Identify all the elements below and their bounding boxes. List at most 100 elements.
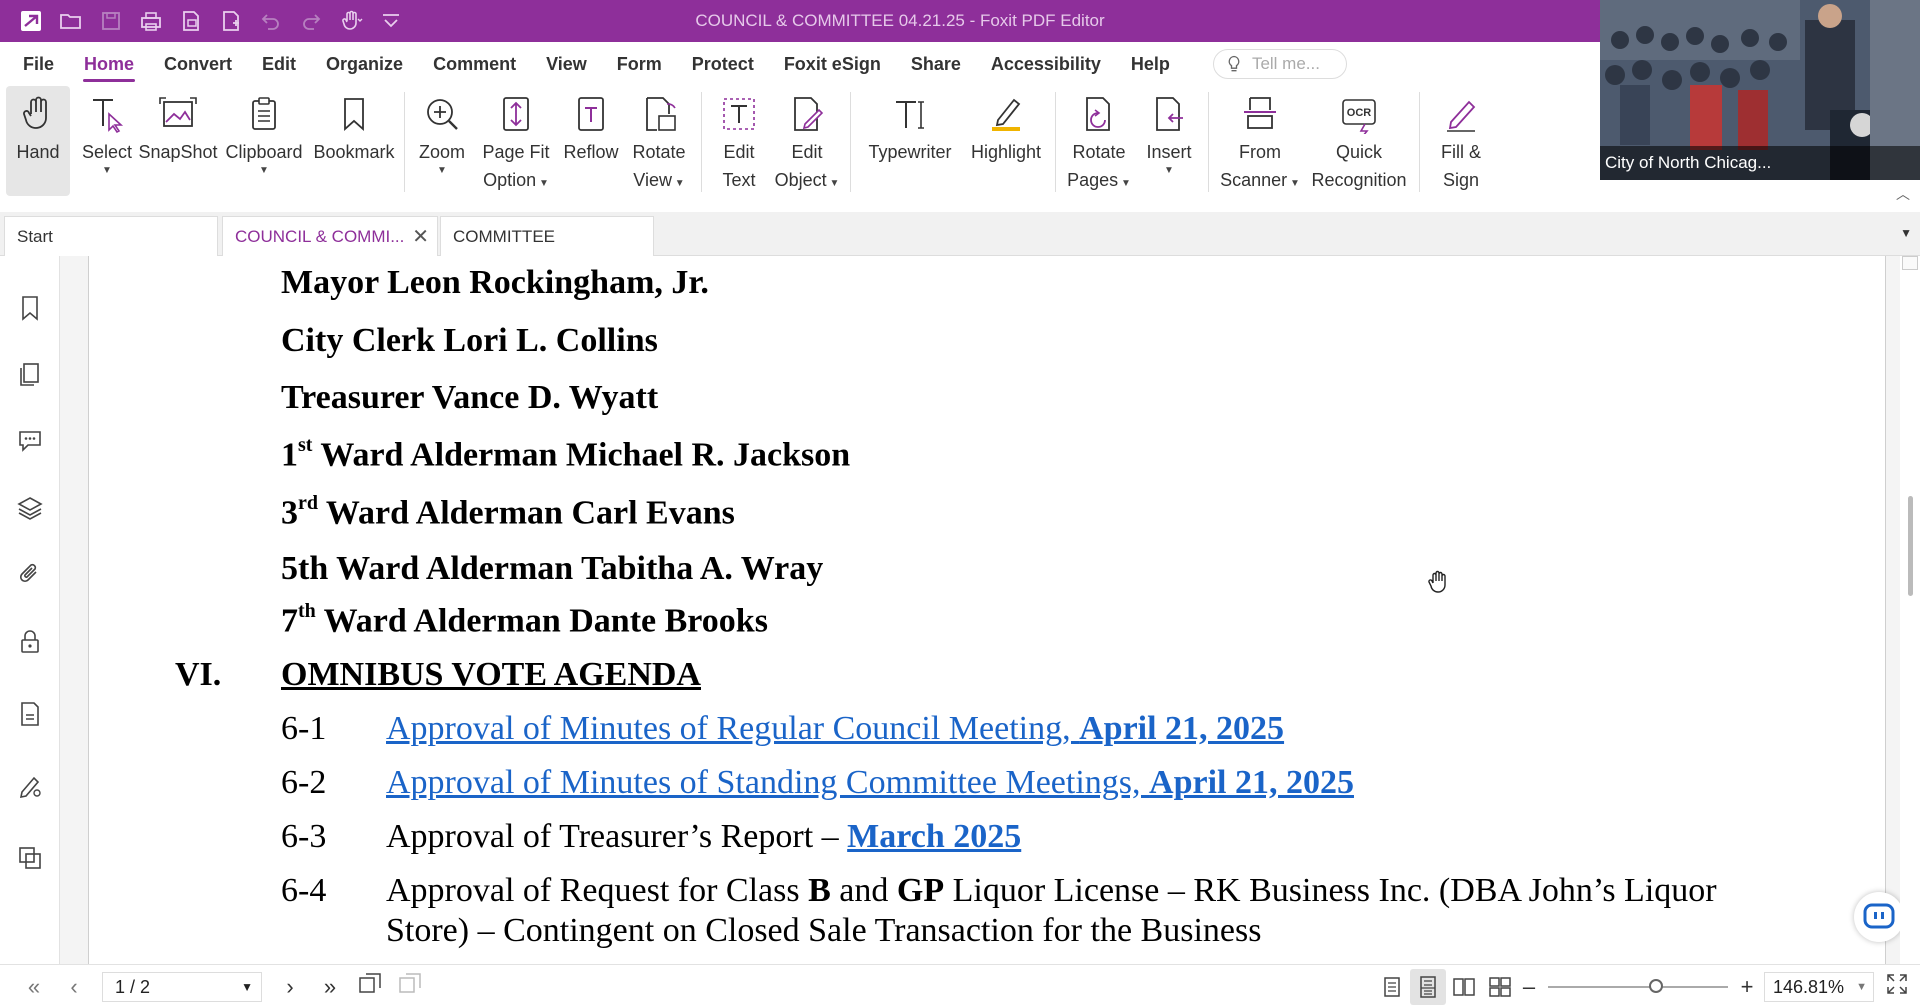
last-page-icon[interactable]: » — [310, 974, 350, 1000]
quick-access-toolbar — [0, 0, 408, 42]
tab-council-committee[interactable]: COUNCIL & COMMI... ✕ — [222, 216, 438, 256]
zoom-button[interactable]: Zoom ▼ — [411, 86, 473, 196]
menu-home[interactable]: Home — [69, 42, 149, 86]
quick-recognition-button[interactable]: OCR Quick Recognition — [1305, 86, 1413, 196]
edit-object-button[interactable]: Edit Object ▼ — [770, 86, 844, 196]
collapse-ribbon-icon[interactable]: ︿ — [1896, 184, 1910, 204]
select-text-icon — [85, 92, 129, 136]
zoom-dropdown-icon[interactable]: ▼ — [1856, 973, 1867, 1001]
rotate-view-caret-icon: ▼ — [672, 178, 685, 189]
print-icon[interactable] — [134, 4, 168, 38]
fill-and-sign-button[interactable]: Fill & Sign — [1426, 86, 1496, 196]
page-fit-icon — [494, 92, 538, 136]
menu-edit[interactable]: Edit — [247, 42, 311, 86]
bookmark-panel-icon[interactable] — [14, 292, 46, 324]
zoom-in-icon[interactable]: + — [1736, 974, 1758, 1000]
menu-file[interactable]: File — [8, 42, 69, 86]
continuous-view-icon[interactable] — [1410, 969, 1446, 1005]
tab-list-dropdown-icon[interactable]: ▼ — [1900, 226, 1912, 240]
item-number: 6-4 — [281, 872, 327, 909]
open-icon[interactable] — [54, 4, 88, 38]
menu-protect[interactable]: Protect — [677, 42, 769, 86]
security-panel-icon[interactable] — [14, 626, 46, 658]
scrollbar-thumb[interactable] — [1908, 496, 1913, 596]
clipboard-button[interactable]: Clipboard ▼ — [218, 86, 310, 196]
attachments-panel-icon[interactable] — [14, 558, 46, 590]
menu-help[interactable]: Help — [1116, 42, 1185, 86]
license-class-b: B — [808, 872, 831, 909]
menu-foxit-esign[interactable]: Foxit eSign — [769, 42, 896, 86]
page-indicator: 1 / 2 — [115, 976, 151, 997]
scan-icon[interactable] — [174, 4, 208, 38]
comments-panel-icon[interactable] — [14, 424, 46, 456]
rotate-pages-button[interactable]: Rotate Pages ▼ — [1062, 86, 1136, 196]
close-tab-icon[interactable]: ✕ — [412, 217, 429, 257]
zoom-slider-knob[interactable] — [1649, 979, 1663, 993]
signature-panel-icon[interactable] — [14, 770, 46, 802]
highlight-icon — [984, 92, 1028, 136]
next-page-icon[interactable]: › — [270, 974, 310, 1000]
document-panel-icon[interactable] — [14, 698, 46, 730]
first-page-icon[interactable]: « — [14, 974, 54, 1000]
split-handle[interactable] — [1902, 256, 1918, 270]
menu-form[interactable]: Form — [602, 42, 677, 86]
previous-view-icon[interactable] — [350, 971, 390, 1003]
reflow-button[interactable]: Reflow — [559, 86, 623, 196]
app-logo-icon[interactable] — [14, 4, 48, 38]
roll-call-ward-5: 5th Ward Alderman Tabitha A. Wray — [281, 550, 824, 587]
page-dropdown-icon[interactable]: ▼ — [241, 973, 253, 1001]
save-icon[interactable] — [94, 4, 128, 38]
new-icon[interactable] — [214, 4, 248, 38]
treasurer-report-link[interactable]: March 2025 — [847, 818, 1021, 855]
hand-mode-icon[interactable] — [334, 4, 368, 38]
fill-sign-pen-icon — [1439, 92, 1483, 136]
tab-committee[interactable]: COMMITTEE — [440, 216, 654, 256]
insert-button[interactable]: Insert ▼ — [1136, 86, 1202, 196]
previous-page-icon[interactable]: ‹ — [54, 974, 94, 1000]
zoom-level-field[interactable]: 146.81% ▼ — [1764, 972, 1874, 1002]
minutes-regular-council-link[interactable]: Approval of Minutes of Regular Council M… — [386, 710, 1284, 748]
ai-assistant-button[interactable] — [1854, 892, 1904, 942]
rotate-view-button[interactable]: Rotate View ▼ — [623, 86, 695, 196]
edit-text-button[interactable]: Edit Text — [708, 86, 770, 196]
zoom-out-icon[interactable]: – — [1518, 974, 1540, 1000]
vertical-scrollbar[interactable] — [1900, 256, 1920, 964]
select-tool-button[interactable]: Select ▼ — [76, 86, 138, 196]
menu-share[interactable]: Share — [896, 42, 976, 86]
minutes-standing-committee-link[interactable]: Approval of Minutes of Standing Committe… — [386, 764, 1354, 802]
menu-convert[interactable]: Convert — [149, 42, 247, 86]
hand-tool-button[interactable]: Hand — [6, 86, 70, 196]
item-number: 6-3 — [281, 818, 327, 855]
next-view-icon[interactable] — [390, 971, 430, 1003]
document-viewer[interactable]: Mayor Leon Rockingham, Jr. City Clerk Lo… — [60, 256, 1900, 964]
page-fit-option-button[interactable]: Page Fit Option ▼ — [473, 86, 559, 196]
facing-view-icon[interactable] — [1446, 969, 1482, 1005]
select-caret-icon: ▼ — [102, 165, 112, 176]
full-screen-icon[interactable] — [1874, 973, 1920, 1001]
continuous-facing-view-icon[interactable] — [1482, 969, 1518, 1005]
edit-text-icon — [717, 92, 761, 136]
menu-accessibility[interactable]: Accessibility — [976, 42, 1116, 86]
snapshot-icon — [156, 92, 200, 136]
tab-start[interactable]: Start — [4, 216, 218, 256]
highlight-button[interactable]: Highlight — [963, 86, 1049, 196]
typewriter-button[interactable]: Typewriter — [857, 86, 963, 196]
layers-panel-icon[interactable] — [14, 492, 46, 524]
menu-comment[interactable]: Comment — [418, 42, 531, 86]
redo-icon[interactable] — [294, 4, 328, 38]
destinations-panel-icon[interactable] — [14, 842, 46, 874]
menu-view[interactable]: View — [531, 42, 602, 86]
customize-icon[interactable] — [374, 4, 408, 38]
zoom-slider[interactable] — [1548, 979, 1728, 993]
page-number-input[interactable]: 1 / 2 ▼ — [102, 971, 262, 1002]
tell-me-search[interactable]: Tell me... — [1212, 49, 1347, 79]
single-page-view-icon[interactable] — [1374, 969, 1410, 1005]
from-scanner-button[interactable]: From Scanner ▼ — [1215, 86, 1305, 196]
undo-icon[interactable] — [254, 4, 288, 38]
snapshot-button[interactable]: SnapShot — [138, 86, 218, 196]
from-scanner-label-1: From — [1239, 142, 1281, 162]
pages-panel-icon[interactable] — [14, 358, 46, 390]
menu-organize[interactable]: Organize — [311, 42, 418, 86]
bookmark-button[interactable]: Bookmark — [310, 86, 398, 196]
rotate-view-label-1: Rotate — [632, 142, 686, 162]
